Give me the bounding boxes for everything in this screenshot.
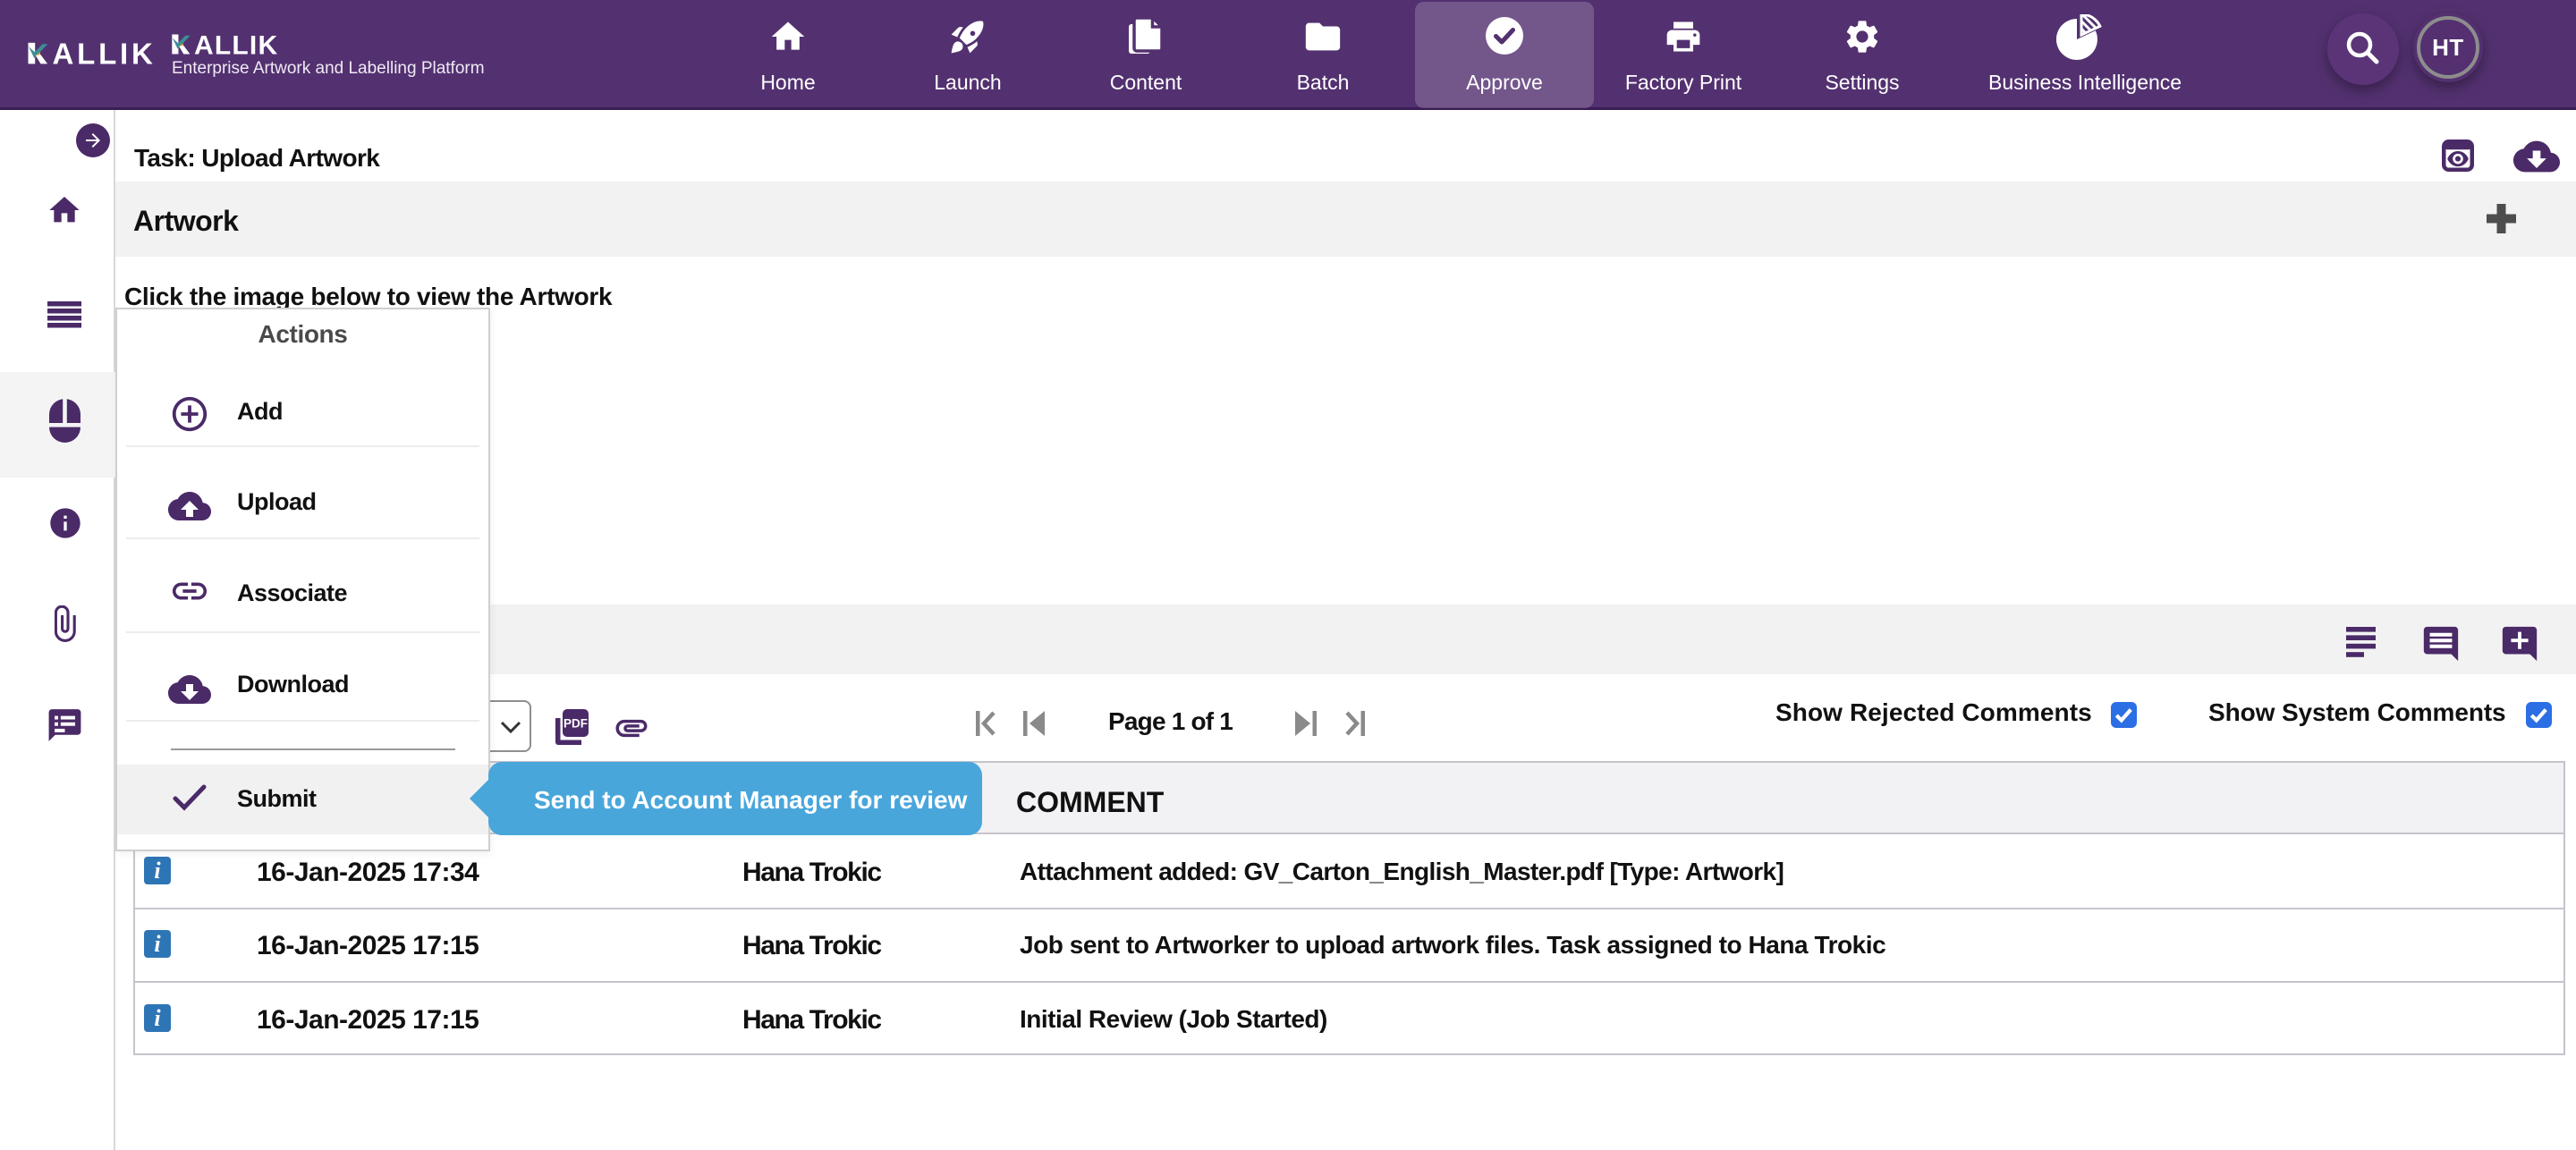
svg-text:PDF: PDF [564, 717, 588, 731]
svg-text:ALLIK: ALLIK [194, 34, 278, 55]
svg-text:ALLIK: ALLIK [53, 42, 157, 66]
